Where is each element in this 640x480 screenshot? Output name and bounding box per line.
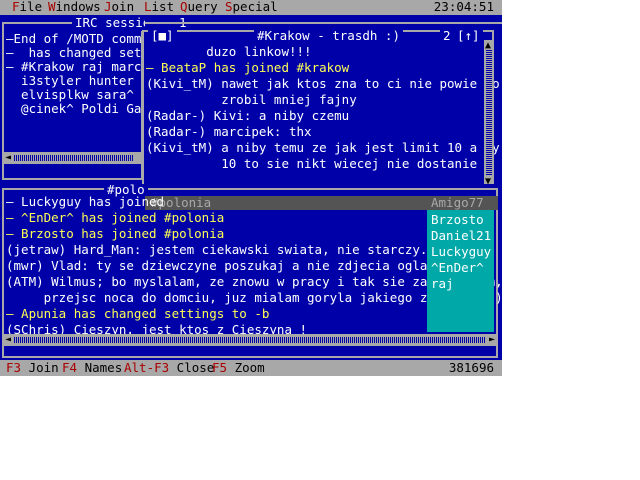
polonia-window[interactable]: #polo #polonia Amigo77 — Luckyguy has jo… (0, 184, 502, 360)
menu-windows-label: indows (55, 0, 101, 14)
menu-special-hotkey: S (225, 0, 233, 14)
krakow-line: (Kivi_tM) nawet jak ktos zna to ci nie p… (146, 76, 500, 91)
nick-item[interactable]: Daniel21 (431, 228, 491, 244)
close-box-icon[interactable]: [■] (148, 30, 177, 44)
nick-item[interactable]: raj (431, 276, 454, 292)
krakow-window[interactable]: [■] #Krakow - trasdh :) 2 [↑] duzo linko… (142, 30, 502, 192)
status-join[interactable]: F3 Join (6, 360, 59, 376)
menu-windows-hotkey: W (48, 0, 56, 14)
menu-list-label: ist (151, 0, 175, 14)
status-names-key: F4 (62, 360, 78, 375)
session-hscroll-track[interactable] (14, 155, 133, 161)
menu-join-label: oin (111, 0, 135, 14)
status-names-label: Names (77, 360, 123, 375)
menu-query-hotkey: Q (180, 0, 188, 14)
nick-list[interactable]: Brzosto Daniel21 Luckyguy ^EnDer^ raj (427, 210, 494, 332)
scroll-left-icon[interactable]: ◄ (5, 332, 11, 348)
status-close-key: Alt-F3 (124, 360, 170, 375)
status-names[interactable]: F4 Names (62, 360, 122, 376)
polonia-line: — Luckyguy has joined (6, 194, 165, 209)
scroll-left-icon[interactable]: ◄ (5, 150, 11, 166)
polonia-channel-header: #polonia (145, 196, 433, 210)
krakow-line: 10 to sie nikt wiecej nie dostanie (146, 156, 478, 171)
polonia-line: (jetraw) Hard_Man: jestem ciekawski swia… (6, 242, 428, 257)
menu-query[interactable]: Query (180, 0, 218, 15)
krakow-vscrollbar[interactable]: ▲ ▼ (484, 40, 494, 187)
polonia-hscrollbar[interactable]: ◄ ► (4, 334, 496, 346)
scroll-right-icon[interactable]: ► (489, 332, 495, 348)
menu-file-label: ile (19, 0, 43, 14)
menu-list[interactable]: List (144, 0, 174, 15)
status-zoom-key: F5 (212, 360, 228, 375)
polonia-line: — Brzosto has joined #polonia (6, 226, 225, 241)
menu-query-label: uery (187, 0, 218, 14)
menu-list-hotkey: L (144, 0, 152, 14)
clock: 23:04:51 (433, 0, 494, 14)
krakow-line: (Kivi_tM) a niby temu ze jak jest limit … (146, 140, 500, 155)
zoom-box-icon[interactable]: [↑] (454, 30, 483, 44)
krakow-line: zrobil mniej fajny (146, 92, 357, 107)
krakow-vscroll-track[interactable] (486, 50, 492, 176)
status-close[interactable]: Alt-F3 Close (124, 360, 214, 376)
irc-session-title[interactable]: IRC session (72, 15, 145, 31)
status-join-label: Join (21, 360, 59, 375)
polonia-hscroll-track[interactable] (14, 337, 486, 343)
polonia-line: — ^EnDer^ has joined #polonia (6, 210, 225, 225)
polonia-line: (mwr) Vlad: ty se dziewczyne poszukaj a … (6, 258, 496, 273)
menu-special[interactable]: Special (225, 0, 278, 15)
krakow-title[interactable]: #Krakow - trasdh :) (254, 30, 403, 44)
status-bar: F3 Join F4 Names Alt-F3 Close F5 Zoom 38… (0, 360, 502, 376)
session-hscrollbar[interactable]: ◄ (4, 152, 143, 164)
status-zoom[interactable]: F5 Zoom (212, 360, 265, 376)
nick-item[interactable]: Brzosto (431, 212, 484, 228)
polonia-nick-header: Amigo77 (427, 196, 498, 210)
krakow-line: (Radar-) marcipek: thx (146, 124, 312, 139)
krakow-number: 2 (440, 30, 454, 44)
krakow-line: (Radar-) Kivi: a niby czemu (146, 108, 350, 123)
krakow-line: duzo linkow!!! (146, 44, 312, 59)
menu-file[interactable]: File (12, 0, 42, 15)
nick-item[interactable]: ^EnDer^ (431, 260, 484, 276)
session-top-border (145, 22, 502, 24)
session-line: @cinek^ Poldi GaN (6, 101, 145, 116)
menu-join[interactable]: Join (104, 0, 134, 15)
status-zoom-label: Zoom (227, 360, 265, 375)
status-join-key: F3 (6, 360, 22, 375)
status-close-label: Close (169, 360, 215, 375)
irc-client-screen: File Windows Join List Query Special 23:… (0, 0, 502, 376)
memory-readout: 381696 (448, 360, 494, 375)
menu-join-hotkey: J (104, 0, 112, 14)
krakow-line: — BeataP has joined #krakow (146, 60, 350, 75)
menu-windows[interactable]: Windows (48, 0, 101, 15)
polonia-line: — Apunia has changed settings to -b (6, 306, 270, 321)
menu-bar: File Windows Join List Query Special 23:… (0, 0, 502, 15)
menu-file-hotkey: F (12, 0, 20, 14)
irc-session-window[interactable]: IRC session 1 —End of /MOTD comman — has… (0, 15, 145, 183)
menu-special-label: pecial (232, 0, 278, 14)
nick-item[interactable]: Luckyguy (431, 244, 491, 260)
